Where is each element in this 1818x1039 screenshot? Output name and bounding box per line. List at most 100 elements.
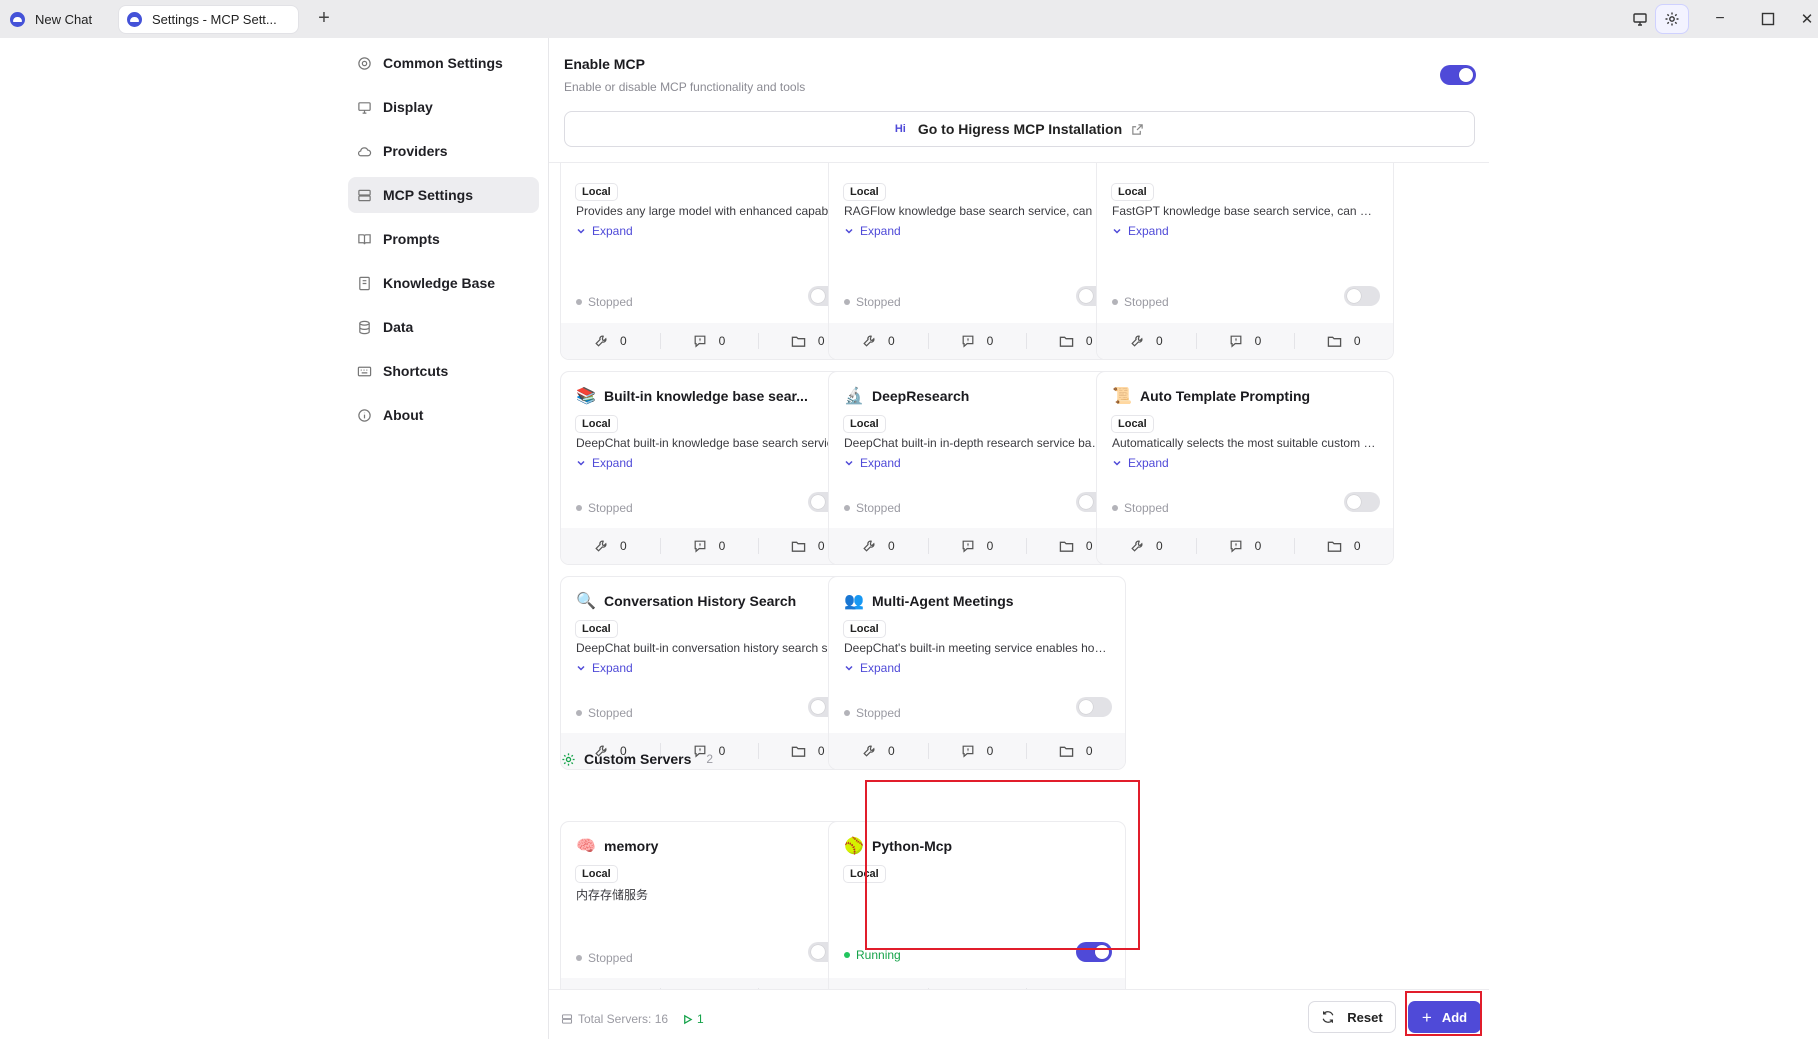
higress-install-button[interactable]: Hi Go to Higress MCP Installation [564,111,1475,147]
sidebar-item-about[interactable]: About [348,397,539,433]
server-emoji-icon: 📜 [1112,388,1132,405]
server-icon [355,186,373,204]
server-stats: 0 0 0 [561,528,857,564]
status-dot [1112,299,1118,305]
running-count: 1 [682,1012,704,1026]
resources-count: 0 [1294,323,1393,359]
server-card[interactable]: 🔬 DeepResearch Local DeepChat built-in in-d… [828,371,1126,565]
server-description: DeepChat built-in conversation history s… [576,641,841,655]
server-enable-toggle[interactable] [1076,697,1112,717]
server-card[interactable]: 📚 Built-in knowledge base sear... Local Dee… [560,371,858,565]
higress-button-label: Go to Higress MCP Installation [917,121,1123,137]
server-card[interactable]: Local Provides any large model with enhan… [560,163,858,360]
sidebar-item-shortcuts[interactable]: Shortcuts [348,353,539,389]
server-type-badge: Local [575,865,618,883]
server-title: 🔬 DeepResearch [843,386,969,406]
tab-new-chat[interactable]: New Chat [2,6,100,33]
resources-count-value: 0 [1085,744,1093,758]
prompts-count: 0 [659,323,759,359]
status-dot [844,299,850,305]
server-card[interactable]: 🧠memoryLocal内存存储服务Stopped000 [560,821,858,1015]
server-description: 内存存储服务 [576,888,649,902]
resources-count: 0 [1026,733,1125,769]
expand-label: Expand [592,224,633,238]
server-type-badge: Local [575,183,618,201]
deepchat-logo-icon [10,12,25,27]
server-stats: 0 0 0 [829,528,1125,564]
server-enable-toggle[interactable] [1344,492,1380,512]
cloud-icon [355,142,373,160]
tools-count-value: 0 [887,539,895,553]
expand-description-button[interactable]: Expand [844,456,901,470]
server-title: 🧠 memory [575,836,658,856]
server-card[interactable]: Local FastGPT knowledge base search servi… [1096,163,1394,360]
server-status: Stopped [844,706,901,720]
enable-mcp-toggle[interactable] [1440,65,1476,85]
reset-label: Reset [1347,1009,1383,1025]
message-icon [1229,334,1243,348]
tools-count-value: 0 [1155,539,1163,553]
server-description: FastGPT knowledge base search service, c… [1112,204,1377,218]
reset-button[interactable]: Reset [1308,1001,1396,1033]
server-card[interactable]: Local RAGFlow knowledge base search servi… [828,163,1126,360]
chevron-down-icon [1112,458,1122,468]
sidebar-item-display[interactable]: Display [348,89,539,125]
status-dot [844,505,850,511]
sidebar-item-data[interactable]: Data [348,309,539,345]
server-stats: 0 0 0 [1097,323,1393,359]
expand-description-button[interactable]: Expand [576,456,633,470]
expand-description-button[interactable]: Expand [1112,456,1169,470]
message-icon [693,334,707,348]
expand-description-button[interactable]: Expand [576,661,633,675]
prompts-count: 0 [659,528,759,564]
tools-count-value: 0 [887,744,895,758]
status-dot [1112,505,1118,511]
chevron-down-icon [1112,226,1122,236]
expand-description-button[interactable]: Expand [844,224,901,238]
mcp-settings-panel: Enable MCP Enable or disable MCP functio… [549,38,1489,1039]
sidebar-item-prompts[interactable]: Prompts [348,221,539,257]
server-title: 📚 Built-in knowledge base sear... [575,386,808,406]
enable-mcp-title: Enable MCP [564,56,645,72]
sidebar-item-label: Shortcuts [383,363,449,379]
gear-icon [1665,12,1679,26]
prompts-count: 0 [1195,323,1295,359]
expand-label: Expand [860,661,901,675]
status-label: Stopped [588,501,633,515]
server-type-badge: Local [1111,183,1154,201]
server-stats: 0 0 0 [829,323,1125,359]
resources-count: 0 [1294,528,1393,564]
folder-icon [1059,539,1074,554]
minimize-button[interactable]: − [1703,4,1737,34]
server-type-badge: Local [843,183,886,201]
sidebar-item-knowledge-base[interactable]: Knowledge Base [348,265,539,301]
sidebar-item-common-settings[interactable]: Common Settings [348,45,539,81]
settings-button[interactable] [1655,4,1689,34]
prompts-count-value: 0 [986,539,994,553]
folder-icon [1059,744,1074,759]
server-card[interactable]: 🔍 Conversation History Search Local DeepCha… [560,576,858,770]
folder-icon [1327,539,1342,554]
server-card[interactable]: 📜 Auto Template Prompting Local Automatical… [1096,371,1394,565]
folder-icon [791,539,806,554]
server-card[interactable]: 👥 Multi-Agent Meetings Local DeepChat's bui… [828,576,1126,770]
maximize-button[interactable] [1751,4,1785,34]
sidebar-item-label: Common Settings [383,55,503,71]
sidebar-item-mcp-settings[interactable]: MCP Settings [348,177,539,213]
tab-settings-mcp[interactable]: Settings - MCP Sett... [119,6,298,33]
sidebar-item-providers[interactable]: Providers [348,133,539,169]
database-icon [355,318,373,336]
folder-icon [791,334,806,349]
status-label: Stopped [588,951,633,965]
wrench-icon [594,334,608,348]
sidebar-item-label: About [383,407,424,423]
new-tab-button[interactable]: + [313,5,335,31]
display-mode-button[interactable] [1623,4,1657,34]
server-enable-toggle[interactable] [1344,286,1380,306]
gear-icon [355,54,373,72]
close-window-button[interactable]: ✕ [1796,4,1818,34]
expand-description-button[interactable]: Expand [1112,224,1169,238]
expand-description-button[interactable]: Expand [844,661,901,675]
chevron-down-icon [576,663,586,673]
expand-description-button[interactable]: Expand [576,224,633,238]
